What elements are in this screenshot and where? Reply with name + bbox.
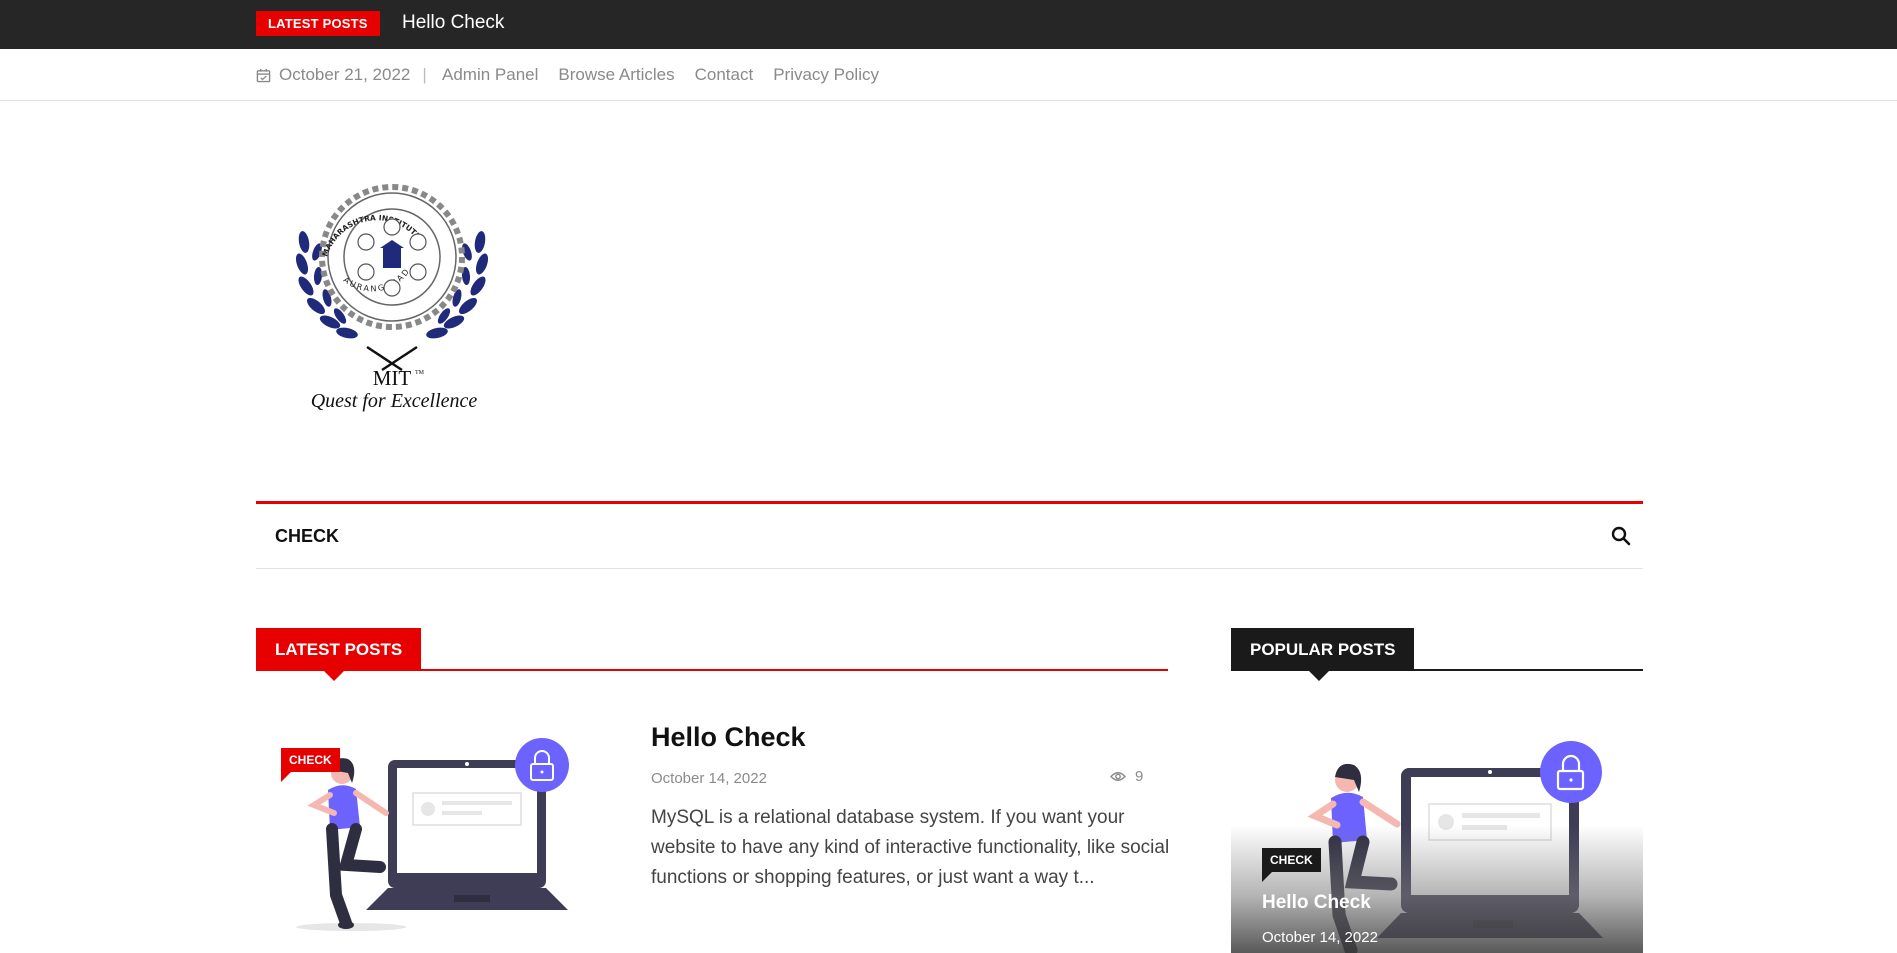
popular-post-date: October 14, 2022: [1262, 929, 1378, 946]
secondary-bar: October 21, 2022 | Admin Panel Browse Ar…: [0, 49, 1897, 101]
post-views: 9: [1110, 768, 1143, 785]
divider: |: [422, 65, 427, 84]
eye-icon: [1110, 772, 1126, 781]
post-excerpt: MySQL is a relational database system. I…: [651, 807, 1170, 888]
current-date: October 21, 2022 |: [256, 49, 427, 101]
latest-posts-title: LATEST POSTS: [256, 628, 422, 681]
link-admin-panel[interactable]: Admin Panel: [442, 65, 538, 85]
post-date: October 14, 2022: [651, 770, 767, 787]
date-text: October 21, 2022: [279, 65, 411, 84]
top-links: Admin Panel Browse Articles Contact Priv…: [442, 49, 899, 101]
nav-item-check[interactable]: CHECK: [275, 504, 339, 569]
logo-mark: MIT: [373, 366, 412, 390]
top-bar: LATEST POSTS Hello Check: [0, 0, 1897, 49]
link-privacy-policy[interactable]: Privacy Policy: [773, 65, 879, 85]
main-navigation: CHECK: [256, 501, 1643, 569]
latest-posts-badge: LATEST POSTS: [256, 11, 380, 36]
popular-post-card[interactable]: [1231, 725, 1643, 953]
popular-posts-header: POPULAR POSTS: [1231, 628, 1643, 681]
ticker-post-link[interactable]: Hello Check: [402, 11, 504, 35]
link-browse-articles[interactable]: Browse Articles: [558, 65, 674, 85]
logo-trademark: TM: [415, 370, 425, 376]
popular-post-title[interactable]: Hello Check: [1262, 892, 1371, 914]
latest-posts-header: LATEST POSTS: [256, 628, 1168, 681]
search-icon[interactable]: [1611, 526, 1631, 546]
site-logo[interactable]: MAHARASHTRA INSTITUTE OF TECHNOLOGY AURA…: [282, 172, 502, 422]
popular-posts-title: POPULAR POSTS: [1231, 628, 1415, 681]
category-tag[interactable]: CHECK: [281, 748, 340, 782]
popular-category-tag[interactable]: CHECK: [1262, 848, 1321, 882]
calendar-icon: [256, 68, 271, 82]
post-title[interactable]: Hello Check: [651, 722, 806, 753]
link-contact[interactable]: Contact: [695, 65, 754, 85]
views-count: 9: [1135, 768, 1144, 785]
logo-tagline: Quest for Excellence: [311, 390, 478, 412]
